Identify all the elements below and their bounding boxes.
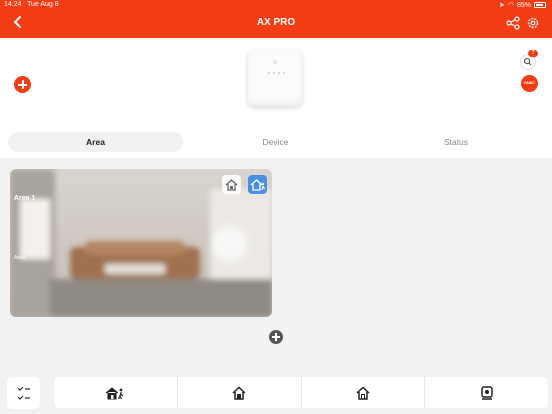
area-status: Away — [14, 255, 27, 261]
clear-alarm-button[interactable] — [424, 377, 548, 408]
add-area-button[interactable] — [269, 330, 283, 344]
disarm-icon — [356, 385, 370, 400]
select-list-icon[interactable] — [7, 377, 40, 409]
location-icon: ➤ — [499, 2, 505, 9]
away-arm-icon — [106, 386, 124, 399]
tab-status[interactable]: Status — [368, 132, 544, 152]
wifi-icon: ◠ — [507, 2, 514, 9]
clear-alarm-icon — [480, 385, 493, 400]
battery-icon — [534, 2, 546, 8]
tab-bar: Area Device Status — [8, 132, 544, 152]
arm-actions-bar — [54, 377, 548, 408]
hub-leds — [268, 72, 285, 74]
status-date: Tue Aug 8 — [27, 1, 59, 8]
system-status-bar: 14:24 Tue Aug 8 ➤ ◠ 85% — [0, 0, 552, 10]
hub-device-image — [248, 50, 302, 106]
share-icon[interactable] — [506, 16, 520, 30]
away-arm-button[interactable] — [54, 377, 177, 408]
status-time: 14:24 — [4, 1, 22, 8]
hub-logo — [273, 60, 277, 64]
panic-button[interactable]: PANIC — [521, 75, 538, 92]
stay-home-icon[interactable] — [222, 175, 241, 194]
gear-icon[interactable] — [526, 16, 540, 30]
page-title: AX PRO — [256, 17, 296, 28]
tab-device[interactable]: Device — [188, 132, 363, 152]
battery-percent: 85% — [516, 1, 531, 9]
area-name: Area 1 — [14, 195, 36, 202]
stay-arm-icon — [232, 385, 246, 400]
notification-badge: 2 — [528, 50, 538, 57]
tab-area[interactable]: Area — [8, 132, 183, 152]
area-card[interactable]: Area 1 Away — [10, 169, 272, 317]
away-home-icon[interactable] — [248, 175, 267, 194]
disarm-button[interactable] — [300, 377, 425, 408]
add-device-button[interactable] — [14, 76, 31, 93]
stay-arm-button[interactable] — [176, 377, 301, 408]
